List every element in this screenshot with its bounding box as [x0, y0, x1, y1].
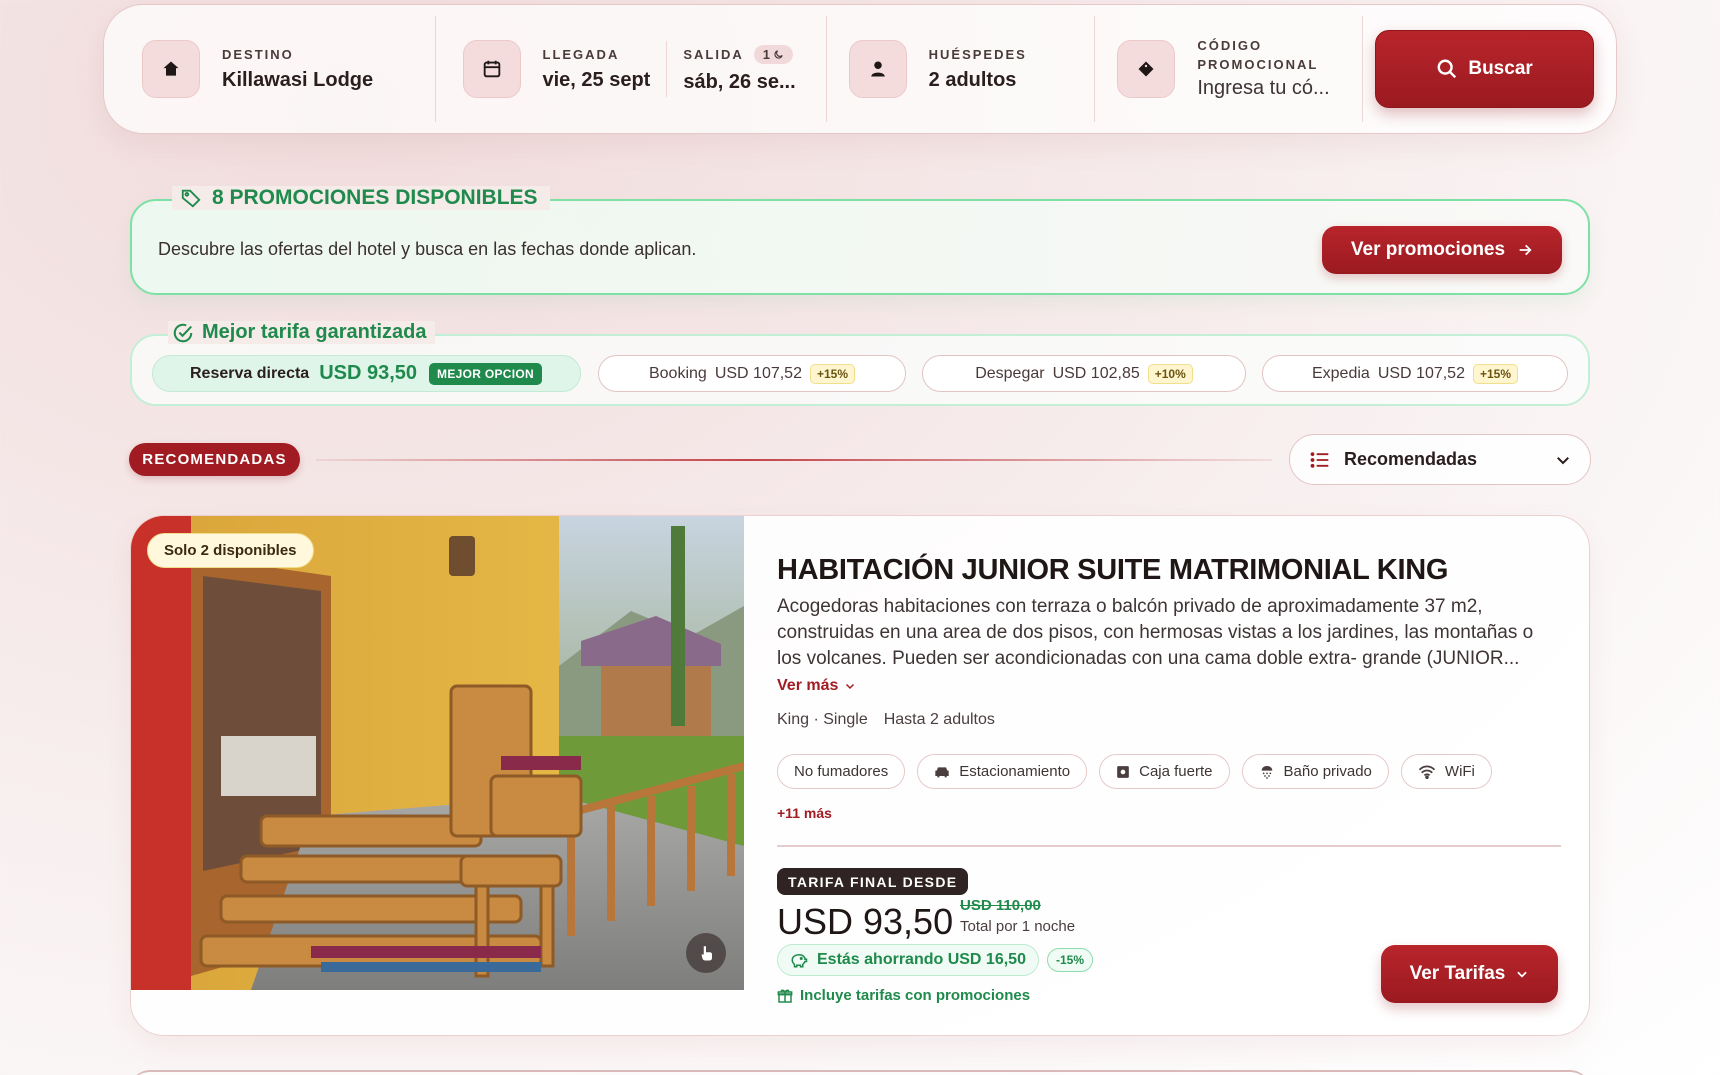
competitor-diff-badge: +15%: [1472, 363, 1519, 384]
guests-field[interactable]: HUÉSPEDES 2 adultos: [827, 5, 1095, 133]
dates-field[interactable]: LLEGADA vie, 25 sept SALIDA 1 sáb, 26 se…: [436, 5, 826, 133]
section-badge: RECOMENDADAS: [129, 443, 300, 476]
room-card: Solo 2 disponibles HABITACIÓN JUNIOR SUI…: [130, 515, 1590, 1036]
amenity-chip: Caja fuerte: [1099, 754, 1230, 789]
amenity-chip: Baño privado: [1241, 754, 1389, 789]
sort-select[interactable]: Recomendadas: [1289, 434, 1591, 485]
chevron-down-icon: [1557, 456, 1569, 464]
list-icon: [1310, 451, 1329, 468]
destination-field[interactable]: DESTINO Killawasi Lodge: [142, 5, 435, 133]
safe-icon: [1117, 765, 1129, 778]
competitor-rate-despegar: Despegar USD 102,85 +10%: [922, 355, 1246, 392]
competitor-price: USD 102,85: [1052, 364, 1140, 382]
nights-badge: 1: [753, 44, 793, 64]
room-old-price: USD 110,00: [960, 897, 1041, 914]
chevron-down-icon: [846, 683, 855, 690]
view-promotions-button[interactable]: Ver promociones: [1322, 226, 1562, 274]
checkout-value: sáb, 26 se...: [683, 70, 796, 93]
promo-code-input[interactable]: Ingresa tu có...: [1197, 77, 1329, 100]
tag-icon: [1117, 40, 1176, 98]
view-rates-button[interactable]: Ver Tarifas: [1381, 945, 1558, 1003]
dates-separator: [666, 41, 668, 97]
direct-booking-rate: Reserva directa USD 93,50 MEJOR OPCION: [152, 355, 581, 392]
competitor-rate-booking: Booking USD 107,52 +15%: [598, 355, 906, 392]
best-option-badge: MEJOR OPCION: [429, 362, 542, 385]
checkout-label: SALIDA: [683, 46, 744, 62]
nights-count: 1: [762, 46, 770, 62]
promo-code-field[interactable]: CÓDIGO PROMOCIONAL Ingresa tu có...: [1095, 5, 1362, 133]
car-icon: [935, 766, 949, 777]
search-button[interactable]: Buscar: [1375, 30, 1595, 108]
photo-gallery-button[interactable]: [686, 933, 726, 973]
amenities-list: No fumadores Estacionamiento Caja fuerte…: [777, 754, 1492, 789]
chevron-down-icon: [1517, 971, 1528, 978]
more-amenities-link[interactable]: +11 más: [777, 805, 832, 821]
check-circle-icon: [173, 323, 193, 342]
competitor-diff-badge: +15%: [809, 363, 856, 384]
promo-code-label-2: PROMOCIONAL: [1197, 57, 1319, 72]
direct-booking-price: USD 93,50: [319, 362, 418, 384]
amenity-chip: Estacionamiento: [917, 754, 1088, 789]
availability-badge: Solo 2 disponibles: [147, 533, 314, 568]
calendar-icon: [462, 40, 521, 98]
search-button-label: Buscar: [1468, 58, 1533, 79]
competitor-price: USD 107,52: [1377, 364, 1465, 382]
wifi-icon: [1418, 764, 1436, 779]
includes-promotions: Incluye tarifas con promociones: [777, 987, 1030, 1004]
savings-badge: Estás ahorrando USD 16,50: [777, 944, 1039, 976]
arrow-right-icon: [1519, 244, 1532, 256]
promo-code-label-1: CÓDIGO: [1197, 38, 1263, 53]
room-capacity: Hasta 2 adultos: [883, 711, 995, 728]
next-room-card: [130, 1070, 1590, 1075]
divider: [1362, 16, 1364, 122]
competitor-diff-badge: +10%: [1147, 363, 1193, 384]
guests-label: HUÉSPEDES: [928, 46, 1027, 62]
checkin-field[interactable]: LLEGADA vie, 25 sept: [543, 47, 651, 92]
price-per-night: Total por 1 noche: [960, 918, 1076, 935]
moon-icon: [774, 49, 783, 59]
checkin-label: LLEGADA: [542, 46, 620, 62]
shower-icon: [1261, 765, 1272, 779]
competitor-price: USD 107,52: [714, 364, 802, 382]
competitor-name: Despegar: [975, 364, 1045, 382]
destination-label: DESTINO: [222, 46, 294, 62]
room-meta: King · Single Hasta 2 adultos: [777, 711, 995, 729]
card-divider: [777, 845, 1561, 847]
room-photo[interactable]: Solo 2 disponibles: [131, 516, 744, 990]
checkout-field[interactable]: SALIDA 1 sáb, 26 se...: [683, 44, 796, 94]
room-beds: King · Single: [777, 711, 868, 728]
view-promotions-label: Ver promociones: [1350, 239, 1506, 260]
section-divider-line: [316, 459, 1272, 461]
room-photo-illustration: [131, 516, 744, 990]
room-price: USD 93,50: [777, 901, 954, 942]
best-rate-title: Mejor tarifa garantizada: [168, 321, 435, 344]
amenity-chip: No fumadores: [777, 754, 906, 789]
room-description: Acogedoras habitaciones con terraza o ba…: [777, 596, 1534, 669]
rate-label: TARIFA FINAL DESDE: [777, 868, 969, 895]
search-icon: [1437, 59, 1457, 79]
promotions-title: 8 PROMOCIONES DISPONIBLES: [172, 186, 550, 210]
user-icon: [848, 40, 907, 98]
competitor-name: Expedia: [1311, 364, 1370, 382]
savings-percent-badge: -15%: [1047, 948, 1094, 972]
direct-booking-name: Reserva directa: [190, 364, 310, 382]
tag-outline-icon: [181, 189, 201, 208]
home-icon: [142, 40, 200, 98]
hand-pointer-icon: [701, 946, 712, 961]
promotions-description: Descubre las ofertas del hotel y busca e…: [158, 239, 697, 259]
checkin-value: vie, 25 sept: [542, 68, 651, 91]
competitor-rate-expedia: Expedia USD 107,52 +15%: [1262, 355, 1568, 392]
amenity-chip: WiFi: [1400, 754, 1492, 789]
piggy-bank-icon: [791, 953, 808, 968]
destination-value: Killawasi Lodge: [222, 68, 374, 91]
search-bar: DESTINO Killawasi Lodge LLEGADA vie, 25 …: [103, 4, 1617, 134]
see-more-link[interactable]: Ver más: [777, 677, 856, 695]
gift-icon: [777, 989, 793, 1003]
sort-select-value: Recomendadas: [1344, 449, 1478, 469]
competitor-name: Booking: [648, 364, 707, 382]
room-name: HABITACIÓN JUNIOR SUITE MATRIMONIAL KING: [777, 554, 1449, 586]
guests-value: 2 adultos: [928, 68, 1017, 91]
